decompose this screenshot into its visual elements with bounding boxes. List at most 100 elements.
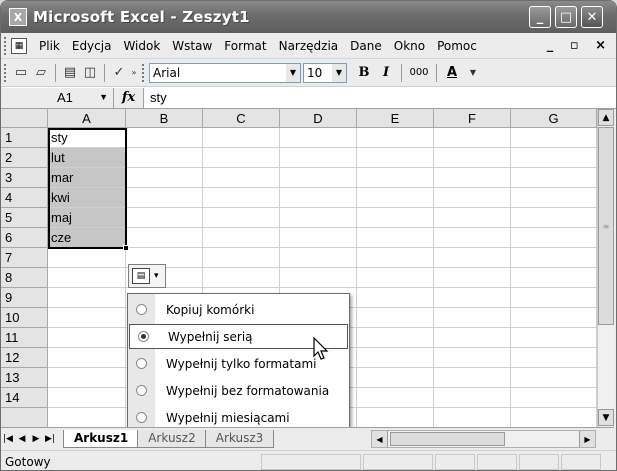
grid-cell[interactable] (203, 148, 280, 168)
grid-cell[interactable] (357, 128, 434, 148)
radio-icon[interactable] (136, 358, 147, 369)
grid-cell[interactable] (511, 248, 597, 268)
scroll-down-icon[interactable]: ▼ (598, 409, 614, 426)
maximize-button[interactable]: □ (555, 6, 577, 28)
grid-cell[interactable] (48, 308, 126, 328)
grid-cell[interactable] (434, 208, 511, 228)
grid-cell[interactable] (48, 268, 126, 288)
grid-cell[interactable] (203, 208, 280, 228)
grid-cell[interactable] (357, 148, 434, 168)
column-header-c[interactable]: C (203, 109, 280, 128)
grid-cell[interactable] (357, 368, 434, 388)
grid-cell[interactable] (357, 328, 434, 348)
auto-fill-options-button[interactable]: ▤ ▾ (128, 264, 166, 288)
row-header[interactable]: 8 (1, 268, 48, 288)
grid-cell[interactable] (48, 328, 126, 348)
next-sheet-icon[interactable]: ▶ (29, 430, 43, 448)
scroll-thumb[interactable]: ≡ (598, 127, 614, 325)
thousands-separator-button[interactable]: 000 (406, 63, 432, 83)
grid-cell[interactable] (511, 408, 597, 427)
row-header[interactable]: 2 (1, 148, 48, 168)
insert-function-button[interactable]: fx (114, 87, 144, 108)
grid-cell[interactable] (203, 228, 280, 248)
minimize-button[interactable]: _ (529, 6, 551, 28)
grid-cell[interactable] (511, 268, 597, 288)
font-color-button[interactable]: A (441, 63, 463, 83)
horizontal-scroll-thumb[interactable] (390, 432, 505, 446)
grid-cell[interactable] (280, 268, 357, 288)
grid-cell[interactable] (434, 288, 511, 308)
grid-cell[interactable] (511, 288, 597, 308)
row-header[interactable]: 3 (1, 168, 48, 188)
open-icon[interactable]: ▱ (31, 63, 51, 83)
grid-cell[interactable] (434, 328, 511, 348)
row-header[interactable]: 14 (1, 388, 48, 408)
menu-widok[interactable]: Widok (117, 39, 166, 53)
grid-cell[interactable] (126, 168, 203, 188)
toolbar-grip[interactable] (142, 63, 146, 82)
scroll-right-icon[interactable]: ▶ (579, 431, 595, 447)
grid-cell[interactable] (280, 228, 357, 248)
grid-cell[interactable] (126, 188, 203, 208)
grid-cell[interactable] (357, 288, 434, 308)
row-header[interactable]: 9 (1, 288, 48, 308)
chevron-down-icon[interactable]: ▼ (332, 63, 346, 82)
title-bar[interactable]: X Microsoft Excel - Zeszyt1 _ □ ✕ (1, 1, 616, 33)
print-icon[interactable]: ▤ (60, 63, 80, 83)
font-name-select[interactable]: Arial ▼ (149, 62, 301, 83)
cell-a5[interactable]: maj (48, 208, 126, 228)
grid-cell[interactable] (280, 208, 357, 228)
select-all-corner[interactable] (1, 109, 48, 128)
grid-cell[interactable] (126, 128, 203, 148)
chevron-down-icon[interactable]: ▾ (154, 271, 159, 281)
grid-cell[interactable] (48, 288, 126, 308)
spelling-icon[interactable]: ✓ (109, 63, 129, 83)
grid-cell[interactable] (280, 168, 357, 188)
grid-cell[interactable] (434, 228, 511, 248)
grid-cell[interactable] (203, 268, 280, 288)
grid-cell[interactable] (511, 228, 597, 248)
grid-cell[interactable] (280, 148, 357, 168)
grid-cell[interactable] (357, 168, 434, 188)
column-header-d[interactable]: D (280, 109, 357, 128)
grid-cell[interactable] (48, 388, 126, 408)
cell-a6[interactable]: cze (48, 228, 126, 248)
option-copy-cells[interactable]: Kopiuj komórki (128, 297, 349, 322)
grid-cell[interactable] (511, 188, 597, 208)
chevron-down-icon[interactable]: ▼ (99, 92, 108, 102)
cell-a1[interactable]: sty (48, 128, 126, 148)
cell-a2[interactable]: lut (48, 148, 126, 168)
grid-cell[interactable] (511, 208, 597, 228)
grid-cell[interactable] (434, 408, 511, 427)
menu-pomoc[interactable]: Pomoc (431, 39, 483, 53)
grid-cell[interactable] (357, 348, 434, 368)
horizontal-scrollbar[interactable]: ◀ ▶ (371, 430, 596, 448)
grid-cell[interactable] (511, 128, 597, 148)
close-button[interactable]: ✕ (581, 6, 603, 28)
menu-dane[interactable]: Dane (344, 39, 388, 53)
grid-cell[interactable] (357, 268, 434, 288)
row-header[interactable] (1, 408, 48, 427)
grid-cell[interactable] (357, 408, 434, 427)
grid-cell[interactable] (511, 148, 597, 168)
grid-cell[interactable] (434, 388, 511, 408)
menu-okno[interactable]: Okno (388, 39, 431, 53)
row-header[interactable]: 13 (1, 368, 48, 388)
grid-cell[interactable] (357, 308, 434, 328)
menu-format[interactable]: Format (218, 39, 272, 53)
name-box[interactable]: A1 ▼ (1, 87, 114, 108)
radio-icon[interactable] (136, 412, 147, 423)
grid-cell[interactable] (434, 368, 511, 388)
scroll-up-icon[interactable]: ▲ (598, 109, 614, 126)
toolbar-overflow-icon[interactable]: » (129, 63, 139, 83)
grid-cell[interactable] (511, 348, 597, 368)
column-header-g[interactable]: G (511, 109, 597, 128)
column-header-a[interactable]: A (48, 109, 126, 128)
grid-cell[interactable] (434, 268, 511, 288)
grid-cell[interactable] (511, 388, 597, 408)
grid-cell[interactable] (434, 128, 511, 148)
sheet-tab-arkusz2[interactable]: Arkusz2 (137, 429, 207, 448)
grid-cell[interactable] (126, 148, 203, 168)
workbook-window-controls[interactable]: _ ▫ × (547, 38, 612, 53)
grid-cell[interactable] (48, 248, 126, 268)
